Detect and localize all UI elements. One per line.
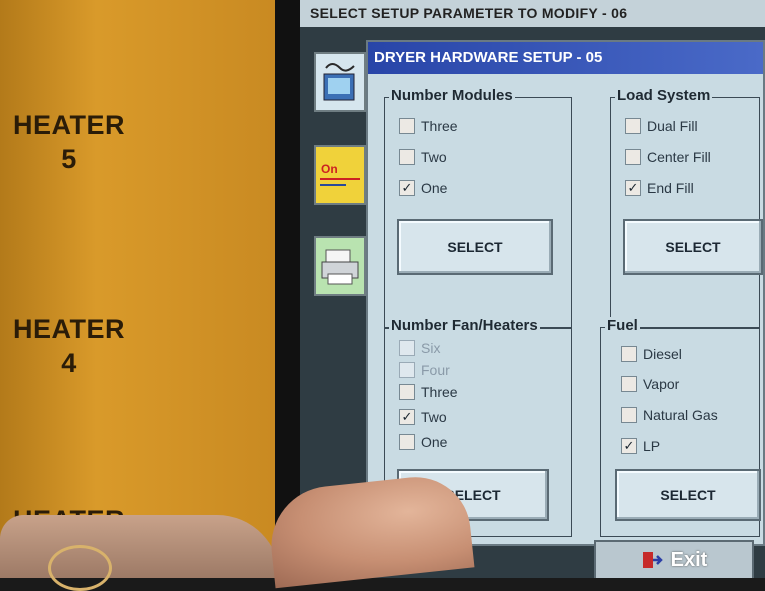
option-two[interactable]: Two: [399, 149, 447, 165]
option-natural-gas[interactable]: Natural Gas: [621, 407, 718, 423]
option-dual-fill[interactable]: Dual Fill: [625, 118, 698, 134]
option-label: One: [421, 434, 448, 450]
exit-door-icon: [642, 552, 663, 568]
checkbox[interactable]: [399, 384, 415, 400]
checkbox: [399, 340, 415, 356]
exit-label: Exit: [670, 548, 708, 571]
dryer-hardware-setup-dialog: DRYER HARDWARE SETUP - 05 Number Modules…: [366, 40, 765, 546]
group-label: Load System: [615, 87, 713, 104]
option-four: Four: [399, 362, 450, 378]
option-one[interactable]: One: [399, 434, 447, 450]
load-system-select-button[interactable]: SELECT: [623, 219, 763, 275]
option-label: One: [421, 180, 448, 196]
option-label: Natural Gas: [643, 407, 718, 423]
exit-button[interactable]: Exit: [594, 540, 754, 578]
checkbox[interactable]: [621, 376, 637, 392]
checkbox[interactable]: [399, 149, 415, 165]
group-label: Number Fan/Heaters: [389, 317, 540, 334]
checkbox[interactable]: [399, 118, 415, 134]
on-off-toggle-icon[interactable]: On: [314, 145, 366, 205]
option-label: LP: [643, 438, 661, 454]
checkbox[interactable]: [621, 407, 637, 423]
top-title-bar: SELECT SETUP PARAMETER TO MODIFY - 06: [300, 0, 765, 27]
heater-panel: HEATER 5 HEATER 4 HEATER 3: [0, 0, 275, 578]
option-label: Dual Fill: [647, 118, 698, 134]
group-label: Fuel: [605, 317, 640, 334]
number-modules-group: Number Modules Three Two ✓ One SELECT: [384, 87, 572, 329]
option-label: Two: [421, 409, 447, 425]
heater-number: 4: [61, 348, 77, 378]
checkbox[interactable]: [399, 434, 415, 450]
option-label: Three: [421, 384, 458, 400]
checkbox[interactable]: ✓: [625, 180, 641, 196]
heater-label: HEATER: [12, 314, 125, 344]
option-three[interactable]: Three: [399, 384, 458, 400]
checkbox[interactable]: ✓: [399, 180, 415, 196]
heater-5-label: HEATER 5: [0, 108, 144, 176]
option-end-fill[interactable]: ✓ End Fill: [625, 180, 694, 196]
modules-select-button[interactable]: SELECT: [397, 219, 553, 275]
checkbox[interactable]: [621, 346, 637, 362]
option-label: Two: [421, 149, 447, 165]
printer-icon[interactable]: [314, 236, 366, 296]
option-label: Vapor: [643, 376, 680, 392]
option-label: Four: [421, 362, 450, 378]
screen-bezel: [275, 0, 303, 578]
heater-label: HEATER: [12, 110, 125, 140]
option-label: Diesel: [643, 346, 682, 362]
option-label: End Fill: [647, 180, 694, 196]
option-vapor[interactable]: Vapor: [621, 376, 679, 392]
option-two[interactable]: ✓ Two: [399, 409, 447, 425]
fuel-select-button[interactable]: SELECT: [615, 469, 761, 521]
checkbox[interactable]: ✓: [621, 438, 637, 454]
option-lp[interactable]: ✓ LP: [621, 438, 660, 454]
checkbox[interactable]: [625, 149, 641, 165]
option-label: Center Fill: [647, 149, 711, 165]
option-diesel[interactable]: Diesel: [621, 346, 682, 362]
svg-text:On: On: [321, 162, 338, 176]
option-label: Six: [421, 340, 441, 356]
dialog-title: DRYER HARDWARE SETUP - 05: [368, 42, 763, 74]
heater-4-label: HEATER 4: [0, 312, 144, 380]
ring: [48, 545, 112, 591]
fuel-group: Fuel Diesel Vapor Natural Gas ✓ LP SELEC…: [600, 317, 761, 537]
option-one[interactable]: ✓ One: [399, 180, 447, 196]
checkbox: [399, 362, 415, 378]
group-label: Number Modules: [389, 87, 515, 104]
option-label: Three: [421, 118, 458, 134]
load-system-group: Load System Dual Fill Center Fill ✓ End …: [610, 87, 763, 329]
option-center-fill[interactable]: Center Fill: [625, 149, 711, 165]
option-six: Six: [399, 340, 440, 356]
checkbox[interactable]: ✓: [399, 409, 415, 425]
heater-number: 5: [61, 144, 77, 174]
checkbox[interactable]: [625, 118, 641, 134]
hand-overlay: [0, 515, 280, 578]
display-settings-icon[interactable]: [314, 52, 366, 112]
option-three[interactable]: Three: [399, 118, 458, 134]
